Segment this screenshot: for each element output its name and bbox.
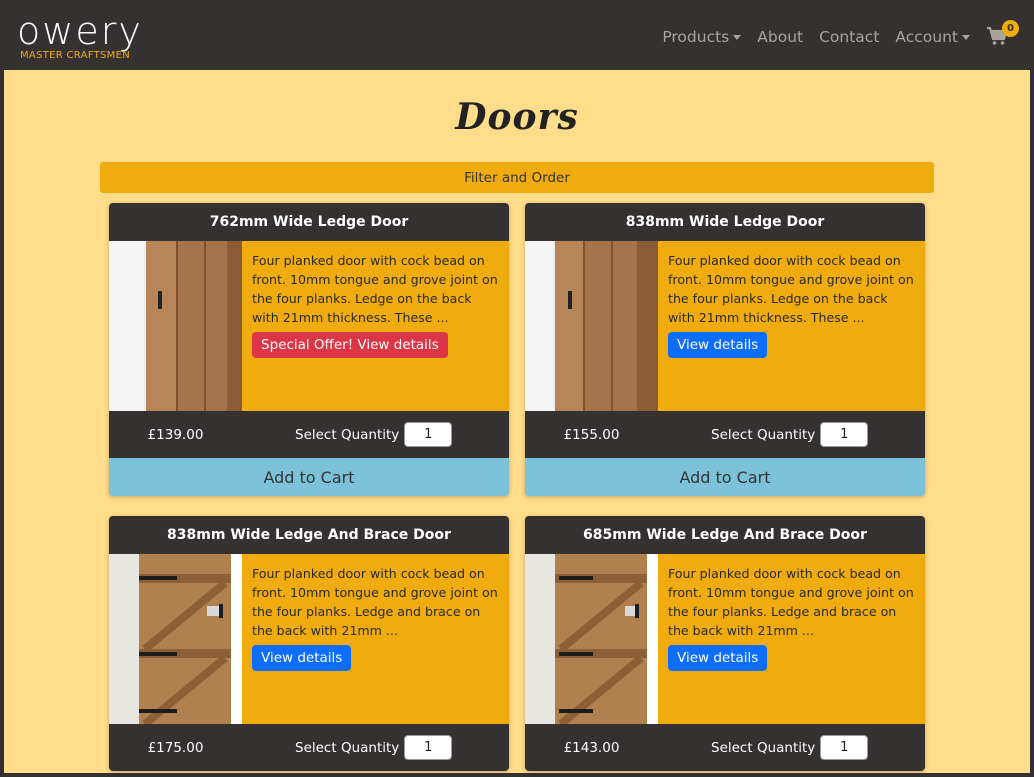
product-footer: £175.00 Select Quantity 1 xyxy=(109,724,509,771)
product-title: 838mm Wide Ledge Door xyxy=(525,203,925,241)
chevron-down-icon xyxy=(962,34,970,40)
product-info: Four planked door with cock bead on fron… xyxy=(658,241,925,411)
product-info: Four planked door with cock bead on fron… xyxy=(242,554,509,724)
quantity-input[interactable]: 1 xyxy=(820,735,869,760)
quantity-input[interactable]: 1 xyxy=(404,422,453,447)
product-footer: £143.00 Select Quantity 1 xyxy=(525,724,925,771)
product-price: £155.00 xyxy=(563,426,620,443)
product-title: 685mm Wide Ledge And Brace Door xyxy=(525,516,925,554)
page-title: Doors xyxy=(455,96,579,138)
view-details-button[interactable]: View details xyxy=(668,645,768,671)
view-details-button[interactable]: View details xyxy=(252,645,352,671)
product-footer: £155.00 Select Quantity 1 xyxy=(525,411,925,458)
product-card: 838mm Wide Ledge And Brace Door Four pla… xyxy=(109,516,509,771)
product-image[interactable] xyxy=(109,241,242,411)
filter-order-toggle[interactable]: Filter and Order xyxy=(100,162,934,193)
nav-menu: Products About Contact Account 0 xyxy=(646,20,1019,48)
product-price: £143.00 xyxy=(563,739,620,756)
product-description: Four planked door with cock bead on fron… xyxy=(668,253,914,325)
brand-tagline: MASTER CRAFTSMEN xyxy=(20,50,130,61)
brand-name: owery xyxy=(17,9,143,53)
add-to-cart-button[interactable]: Add to Cart xyxy=(525,458,925,496)
product-description: Four planked door with cock bead on fron… xyxy=(252,253,498,325)
nav-contact-link[interactable]: Contact xyxy=(819,28,879,46)
quantity-label: Select Quantity xyxy=(295,739,400,756)
brand-logo[interactable]: owery MASTER CRAFTSMEN xyxy=(17,12,143,62)
product-price: £175.00 xyxy=(147,739,204,756)
product-description: Four planked door with cock bead on fron… xyxy=(252,566,498,638)
cart-button[interactable]: 0 xyxy=(986,20,1019,48)
quantity-label: Select Quantity xyxy=(711,426,816,443)
view-details-button[interactable]: View details xyxy=(668,332,768,358)
nav-products-label: Products xyxy=(662,28,730,46)
product-card: 762mm Wide Ledge Door Four planked door … xyxy=(109,203,509,496)
product-footer: £139.00 Select Quantity 1 xyxy=(109,411,509,458)
product-description: Four planked door with cock bead on fron… xyxy=(668,566,914,638)
cart-count-badge: 0 xyxy=(1002,20,1019,37)
nav-about-link[interactable]: About xyxy=(757,28,803,46)
product-image[interactable] xyxy=(109,554,242,724)
product-card: 685mm Wide Ledge And Brace Door Four pla… xyxy=(525,516,925,771)
nav-products-dropdown[interactable]: Products xyxy=(662,28,742,46)
product-info: Four planked door with cock bead on fron… xyxy=(242,241,509,411)
product-title: 838mm Wide Ledge And Brace Door xyxy=(109,516,509,554)
nav-account-label: Account xyxy=(895,28,958,46)
product-body: Four planked door with cock bead on fron… xyxy=(525,241,925,411)
product-info: Four planked door with cock bead on fron… xyxy=(658,554,925,724)
quantity-label: Select Quantity xyxy=(711,739,816,756)
chevron-down-icon xyxy=(733,34,742,40)
quantity-label: Select Quantity xyxy=(295,426,400,443)
quantity-input[interactable]: 1 xyxy=(820,422,869,447)
nav-account-dropdown[interactable]: Account xyxy=(895,28,970,46)
quantity-input[interactable]: 1 xyxy=(404,735,453,760)
navbar: owery MASTER CRAFTSMEN Products About Co… xyxy=(4,4,1030,70)
product-card: 838mm Wide Ledge Door Four planked door … xyxy=(525,203,925,496)
special-offer-view-details-button[interactable]: Special Offer! View details xyxy=(252,332,448,358)
product-body: Four planked door with cock bead on fron… xyxy=(525,554,925,724)
product-title: 762mm Wide Ledge Door xyxy=(109,203,509,241)
product-body: Four planked door with cock bead on fron… xyxy=(109,241,509,411)
add-to-cart-button[interactable]: Add to Cart xyxy=(109,458,509,496)
product-price: £139.00 xyxy=(147,426,204,443)
product-image[interactable] xyxy=(525,241,658,411)
page: owery MASTER CRAFTSMEN Products About Co… xyxy=(4,4,1030,773)
product-body: Four planked door with cock bead on fron… xyxy=(109,554,509,724)
product-image[interactable] xyxy=(525,554,658,724)
